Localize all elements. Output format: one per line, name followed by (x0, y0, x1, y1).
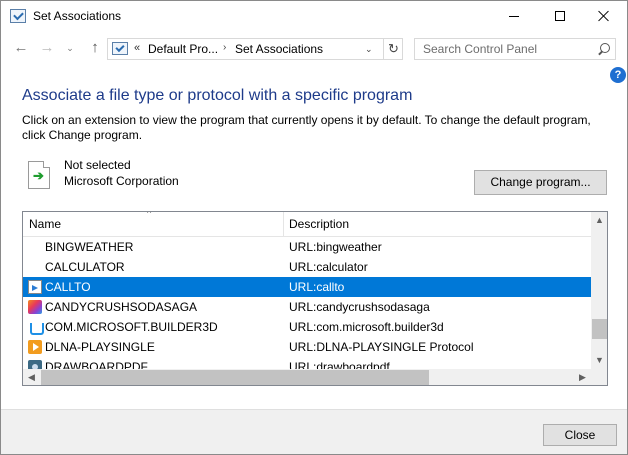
green-arrow-icon: ➔ (33, 168, 44, 183)
list-row[interactable]: COM.MICROSOFT.BUILDER3D URL:com.microsof… (23, 317, 591, 337)
scroll-left-icon[interactable]: ◀ (23, 369, 40, 385)
breadcrumb-default-programs[interactable]: Default Pro... (148, 42, 218, 56)
maximize-icon (555, 11, 565, 21)
row-description: URL:com.microsoft.builder3d (289, 320, 444, 334)
scroll-right-icon[interactable]: ▶ (574, 369, 591, 385)
scrollbar-corner (591, 369, 607, 385)
forward-arrow-icon[interactable]: → (38, 39, 56, 57)
horizontal-scroll-thumb[interactable] (41, 370, 429, 385)
breadcrumb-set-associations[interactable]: Set Associations (235, 42, 323, 56)
column-header-name[interactable]: Name (29, 217, 61, 231)
search-icon[interactable] (597, 43, 611, 57)
list-row-selected[interactable]: CALLTO URL:callto (23, 277, 591, 297)
address-dropdown-icon[interactable]: ⌄ (365, 44, 373, 55)
scroll-up-icon[interactable]: ▲ (591, 212, 607, 229)
navigation-bar: ← → ⌄ ↑ « Default Pro... › Set Associati… (1, 33, 627, 63)
minimize-icon (509, 15, 519, 17)
close-window-button[interactable] (581, 1, 627, 31)
row-name: COM.MICROSOFT.BUILDER3D (45, 320, 218, 334)
current-program-company: Microsoft Corporation (64, 174, 179, 188)
associations-list[interactable]: Name ^ Description BINGWEATHER URL:bingw… (22, 211, 608, 386)
default-program-icon: ➔ (28, 161, 50, 189)
dlna-play-icon (28, 340, 42, 354)
column-divider[interactable] (283, 212, 284, 237)
change-program-button[interactable]: Change program... (474, 170, 607, 195)
list-header: Name ^ Description (23, 212, 591, 237)
address-bar[interactable]: « Default Pro... › Set Associations ⌄ ↻ (107, 38, 403, 60)
control-panel-icon (10, 9, 26, 23)
up-arrow-icon[interactable]: ↑ (86, 39, 104, 57)
control-panel-icon (112, 42, 128, 55)
breadcrumb-separator-icon[interactable]: › (223, 42, 226, 53)
row-description: URL:calculator (289, 260, 368, 274)
title-bar: Set Associations (1, 1, 627, 31)
search-input[interactable]: Search Control Panel (414, 38, 616, 60)
list-row[interactable]: CANDYCRUSHSODASAGA URL:candycrushsodasag… (23, 297, 591, 317)
dialog-footer: Close (1, 409, 627, 454)
scroll-down-icon[interactable]: ▼ (591, 352, 607, 369)
maximize-button[interactable] (537, 1, 583, 31)
vertical-scrollbar[interactable]: ▲ ▼ (591, 212, 607, 369)
row-description: URL:candycrushsodasaga (289, 300, 430, 314)
refresh-icon[interactable]: ↻ (383, 39, 403, 59)
list-row[interactable]: CALCULATOR URL:calculator (23, 257, 591, 277)
row-name: CALCULATOR (45, 260, 125, 274)
row-name: CALLTO (45, 280, 91, 294)
help-icon[interactable]: ? (610, 67, 626, 83)
row-name: CANDYCRUSHSODASAGA (45, 300, 198, 314)
row-description: URL:bingweather (289, 240, 382, 254)
row-description: URL:DLNA-PLAYSINGLE Protocol (289, 340, 474, 354)
row-description: URL:callto (289, 280, 345, 294)
list-rows: BINGWEATHER URL:bingweather CALCULATOR U… (23, 237, 591, 377)
sort-ascending-icon: ^ (147, 211, 152, 218)
callto-icon (28, 280, 42, 294)
overflow-chevron-icon[interactable]: « (134, 42, 140, 54)
list-row[interactable]: BINGWEATHER URL:bingweather (23, 237, 591, 257)
column-header-description[interactable]: Description (289, 217, 349, 231)
row-name: DLNA-PLAYSINGLE (45, 340, 155, 354)
set-associations-window: Set Associations ← → ⌄ ↑ « Default Pro..… (0, 0, 628, 455)
close-icon (598, 10, 610, 22)
search-placeholder: Search Control Panel (423, 42, 538, 56)
minimize-button[interactable] (491, 1, 537, 31)
row-name: BINGWEATHER (45, 240, 134, 254)
close-button[interactable]: Close (543, 424, 617, 446)
vertical-scroll-thumb[interactable] (592, 319, 607, 339)
current-program-name: Not selected (64, 158, 131, 172)
back-arrow-icon[interactable]: ← (12, 39, 30, 57)
window-title: Set Associations (33, 9, 122, 23)
page-description: Click on an extension to view the progra… (22, 113, 591, 142)
candy-crush-icon (28, 300, 42, 314)
page-title: Associate a file type or protocol with a… (22, 87, 413, 104)
list-row[interactable]: DLNA-PLAYSINGLE URL:DLNA-PLAYSINGLE Prot… (23, 337, 591, 357)
builder3d-icon (28, 320, 44, 335)
recent-locations-chevron-icon[interactable]: ⌄ (61, 39, 79, 57)
horizontal-scrollbar[interactable]: ◀ ▶ (23, 369, 591, 385)
